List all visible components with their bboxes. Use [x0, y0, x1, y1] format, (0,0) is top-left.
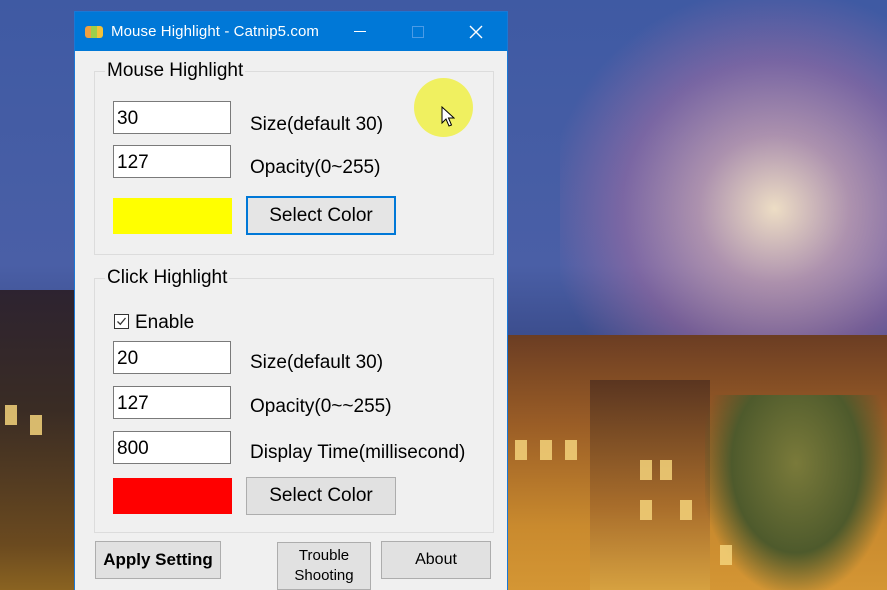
lit-window-decoration: [540, 440, 552, 460]
maximize-button: [395, 12, 441, 51]
lit-window-decoration: [660, 460, 672, 480]
apply-setting-button[interactable]: Apply Setting: [95, 541, 221, 579]
click-opacity-input[interactable]: 127: [113, 386, 231, 419]
minimize-button[interactable]: [337, 12, 383, 51]
mouse-select-color-button[interactable]: Select Color: [246, 196, 396, 235]
close-button[interactable]: [453, 12, 499, 51]
about-button[interactable]: About: [381, 541, 491, 579]
lit-window-decoration: [5, 405, 17, 425]
lit-window-decoration: [640, 460, 652, 480]
lit-window-decoration: [680, 500, 692, 520]
fireworks-decoration: [560, 0, 887, 380]
click-size-input[interactable]: 20: [113, 341, 231, 374]
lit-window-decoration: [565, 440, 577, 460]
lit-window-decoration: [720, 545, 732, 565]
close-icon: [469, 25, 483, 38]
lit-window-decoration: [515, 440, 527, 460]
window-title: Mouse Highlight - Catnip5.com: [111, 23, 319, 40]
minimize-icon: [354, 31, 366, 32]
mouse-size-label: Size(default 30): [250, 114, 384, 135]
title-bar[interactable]: Mouse Highlight - Catnip5.com: [75, 12, 507, 51]
trouble-shooting-label-line1: Trouble: [298, 547, 350, 564]
building-right-2-decoration: [590, 380, 710, 590]
mouse-opacity-input[interactable]: 127: [113, 145, 231, 178]
click-highlight-group: Click Highlight Enable 20 Size(default 3…: [94, 267, 494, 533]
click-select-color-button[interactable]: Select Color: [246, 477, 396, 515]
enable-checkbox[interactable]: [114, 314, 129, 329]
lit-window-decoration: [640, 500, 652, 520]
lit-window-decoration: [30, 415, 42, 435]
mouse-opacity-label: Opacity(0~255): [250, 157, 381, 178]
enable-label[interactable]: Enable: [135, 312, 194, 334]
click-highlight-legend: Click Highlight: [105, 267, 230, 289]
building-left-decoration: [0, 290, 75, 590]
click-color-swatch: [113, 478, 232, 514]
mouse-pointer-icon: [441, 106, 455, 127]
display-time-label: Display Time(millisecond): [250, 442, 466, 463]
maximize-icon: [412, 25, 424, 38]
click-opacity-label: Opacity(0~~255): [250, 396, 392, 417]
app-icon: [85, 25, 103, 38]
checkmark-icon: [117, 317, 127, 326]
display-time-input[interactable]: 800: [113, 431, 231, 464]
trouble-shooting-button[interactable]: Trouble Shooting: [277, 542, 371, 590]
tree-decoration: [705, 395, 887, 590]
mouse-size-input[interactable]: 30: [113, 101, 231, 134]
trouble-shooting-label-line2: Shooting: [294, 567, 354, 584]
click-size-label: Size(default 30): [250, 352, 384, 373]
mouse-color-swatch: [113, 198, 232, 234]
mouse-highlight-legend: Mouse Highlight: [105, 60, 246, 82]
